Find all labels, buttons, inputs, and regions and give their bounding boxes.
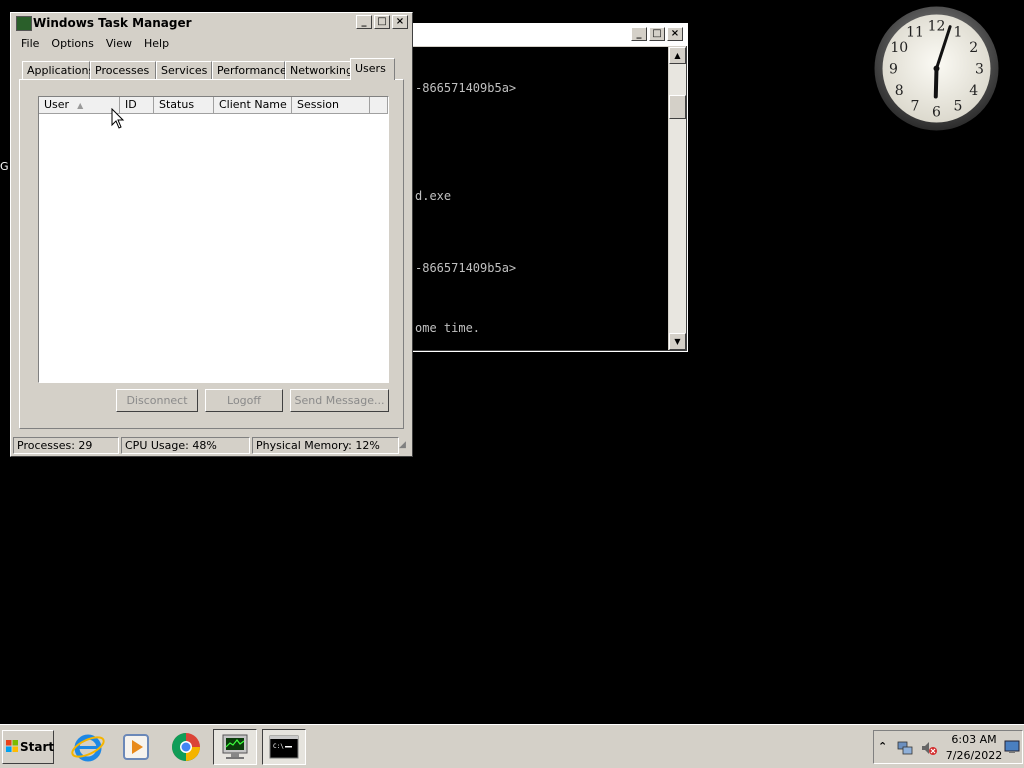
status-processes: Processes: 29 (13, 437, 119, 454)
command-prompt-icon[interactable]: C:\ (262, 729, 306, 765)
console-window-controls: _ □ × (629, 27, 683, 41)
clock-numeral: 12 (928, 19, 946, 35)
column-header-client-name[interactable]: Client Name (214, 97, 292, 114)
tab-networking[interactable]: Networking (285, 61, 353, 79)
close-icon[interactable]: × (392, 15, 408, 29)
disconnect-button[interactable]: Disconnect (116, 389, 198, 412)
console-line: -866571409b5a> (415, 261, 517, 275)
menu-view[interactable]: View (100, 35, 138, 53)
menu-bar: File Options View Help (15, 35, 175, 53)
mouse-cursor-icon (111, 108, 125, 129)
task-manager-window-controls: _ □ × (354, 15, 408, 29)
network-icon[interactable] (896, 739, 914, 757)
clock-numeral: 1 (954, 24, 963, 40)
clock-numeral: 6 (932, 105, 941, 121)
maximize-icon[interactable]: □ (649, 27, 665, 41)
sort-ascending-icon: ▲ (77, 101, 84, 110)
console-line: d.exe (415, 189, 452, 203)
status-physical-memory: Physical Memory: 12% (252, 437, 399, 454)
media-player-icon[interactable] (114, 729, 158, 765)
clock-numeral: 7 (911, 99, 920, 115)
scroll-up-icon[interactable]: ▲ (669, 47, 686, 64)
tray-date[interactable]: 7/26/2022 (934, 749, 1014, 762)
tab-services[interactable]: Services (156, 61, 212, 79)
clock-numeral: 9 (889, 62, 898, 78)
clock-center-pin (933, 65, 940, 72)
system-tray: ⌃ 6:03 AM 7/26/2022 (873, 730, 1023, 764)
console-output[interactable]: -866571409b5a> d.exe -866571409b5a> ome … (413, 47, 668, 350)
console-vertical-scrollbar[interactable]: ▲ ▼ (669, 47, 686, 350)
menu-help[interactable]: Help (138, 35, 175, 53)
column-header-id[interactable]: ID (120, 97, 154, 114)
minimize-icon[interactable]: _ (631, 27, 647, 41)
status-cpu-usage: CPU Usage: 48% (121, 437, 250, 454)
console-line: ome time. (415, 321, 481, 335)
menu-file[interactable]: File (15, 35, 45, 53)
internet-explorer-icon[interactable] (66, 729, 110, 765)
clock-numeral: 4 (969, 83, 978, 99)
clock-numeral: 10 (890, 40, 908, 56)
minimize-icon[interactable]: _ (356, 15, 372, 29)
task-manager-app-icon (16, 16, 32, 31)
clock-hour-hand (933, 66, 939, 99)
users-list[interactable]: User ▲ ID Status Client Name Session (38, 96, 389, 383)
svg-text:C:\: C:\ (273, 743, 284, 750)
window-title: Windows Task Manager (33, 16, 192, 30)
windows-flag-icon (6, 740, 18, 752)
console-window[interactable]: _ □ × -866571409b5a> d.exe -866571409b5a> … (402, 23, 688, 352)
clock-numeral: 2 (969, 40, 978, 56)
clock-numeral: 3 (975, 62, 984, 78)
clock-numeral: 11 (906, 24, 924, 40)
tray-time[interactable]: 6:03 AM (934, 733, 1014, 746)
start-button[interactable]: Start (2, 730, 54, 764)
maximize-icon[interactable]: □ (374, 15, 390, 29)
clock-numeral: 8 (895, 83, 904, 99)
tab-applications[interactable]: Applications (22, 61, 94, 79)
show-desktop-icon[interactable] (1004, 740, 1020, 754)
scroll-down-icon[interactable]: ▼ (669, 333, 686, 350)
column-header-status[interactable]: Status (154, 97, 214, 114)
column-header-filler (370, 97, 388, 114)
clock-numeral: 5 (954, 99, 963, 115)
chrome-icon[interactable] (164, 729, 208, 765)
status-bar: Processes: 29 CPU Usage: 48% Physical Me… (11, 434, 412, 456)
clock-gadget[interactable]: 12 12 3 45678 9 1011 (874, 6, 999, 131)
tab-performance[interactable]: Performance (212, 61, 287, 79)
console-title-bar[interactable]: _ □ × (403, 24, 687, 46)
task-manager-title-bar[interactable]: Windows Task Manager _ □ × (11, 13, 412, 34)
menu-options[interactable]: Options (45, 35, 99, 53)
show-hidden-icons-icon[interactable]: ⌃ (878, 740, 887, 753)
resize-grip-icon[interactable]: ◢ (399, 440, 411, 452)
task-manager-window[interactable]: Windows Task Manager _ □ × File Options View… (10, 12, 413, 457)
start-label: Start (20, 740, 55, 754)
send-message-button[interactable]: Send Message... (290, 389, 389, 412)
desktop-edge-text: G (0, 160, 9, 173)
column-header-user[interactable]: User ▲ (39, 97, 120, 114)
tab-processes[interactable]: Processes (90, 61, 156, 79)
column-header-label: User (44, 98, 70, 111)
close-icon[interactable]: × (667, 27, 683, 41)
task-manager-icon[interactable] (213, 729, 257, 765)
column-header-session[interactable]: Session (292, 97, 370, 114)
tab-users[interactable]: Users (350, 58, 395, 80)
logoff-button[interactable]: Logoff (205, 389, 283, 412)
scroll-thumb[interactable] (669, 95, 686, 119)
console-line: -866571409b5a> (415, 81, 517, 95)
taskbar: Start C:\ ⌃ 6:03 AM 7/26/2022 (0, 724, 1024, 768)
